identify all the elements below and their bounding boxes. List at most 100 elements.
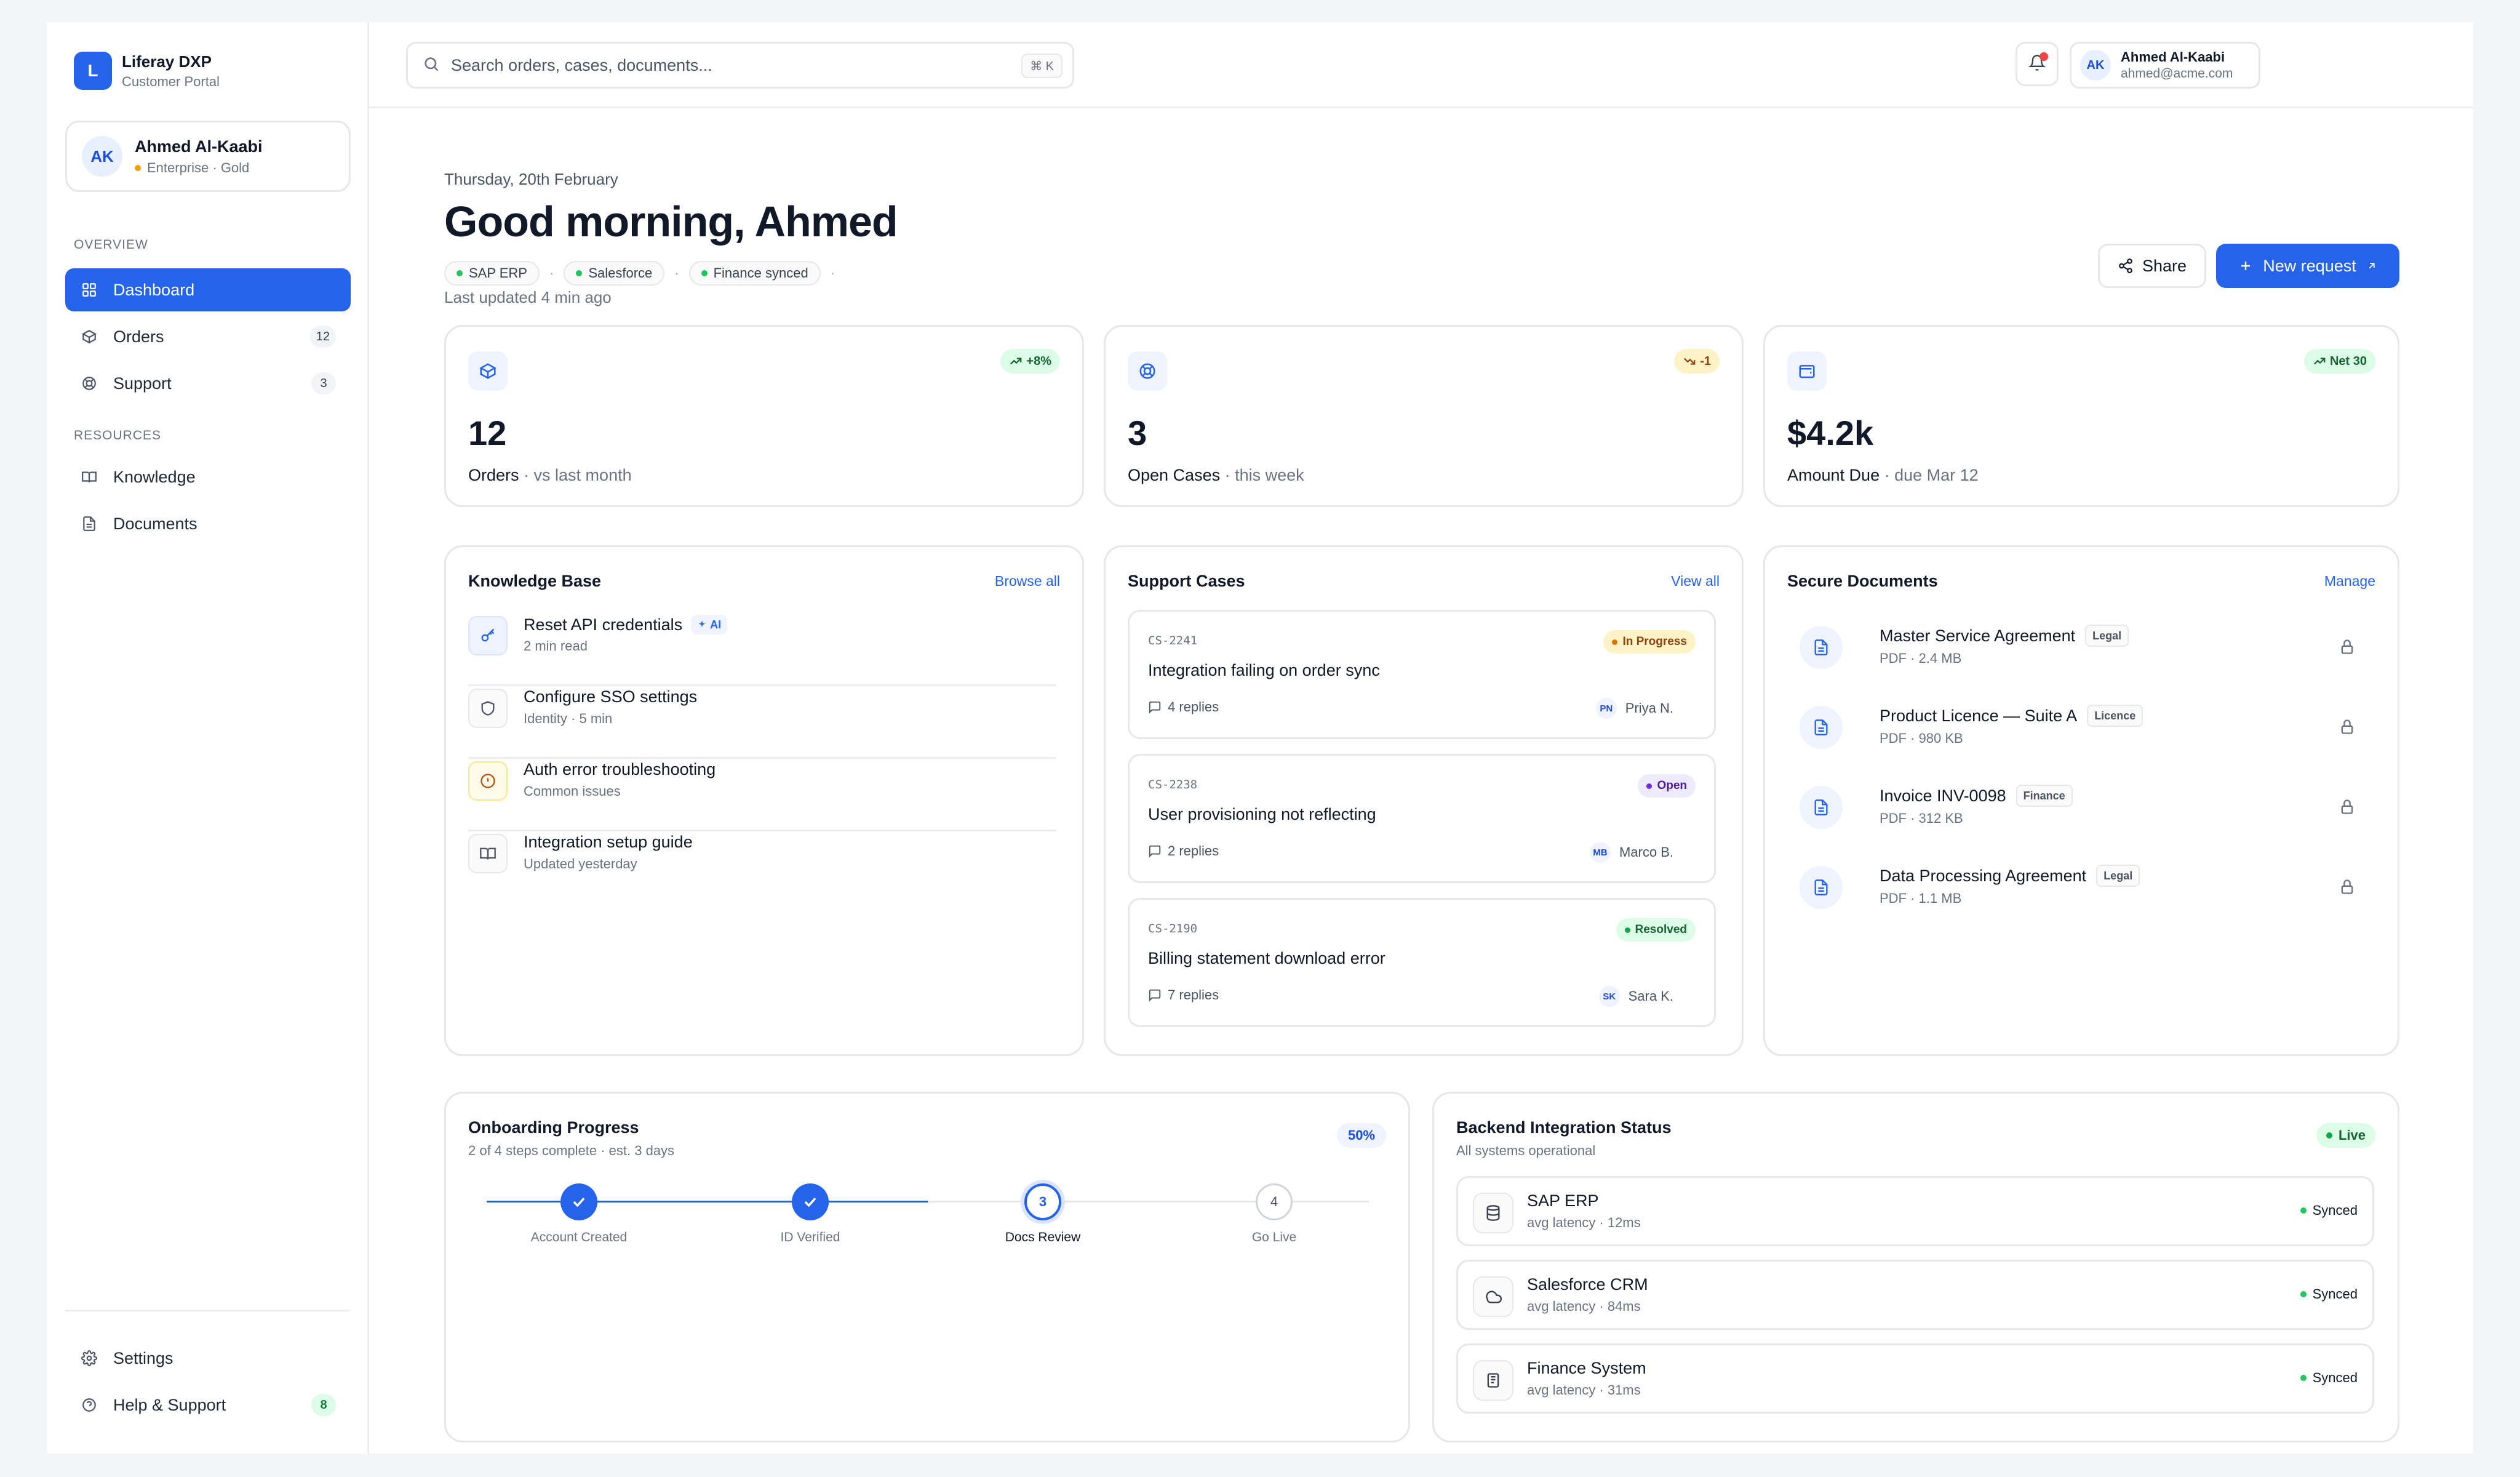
top-user-name: Ahmed Al-Kaabi xyxy=(2121,49,2225,65)
brand-name: Liferay DXP xyxy=(122,52,212,71)
status-badge: Resolved xyxy=(1616,918,1696,942)
case-item[interactable]: CS-2190 Resolved Billing statement downl… xyxy=(1128,898,1716,1027)
stat-card-orders[interactable]: +8% 12 Orders · vs last month xyxy=(444,325,1084,507)
case-replies: 4 replies xyxy=(1168,699,1219,714)
document-item[interactable]: Product Licence — Suite A Licence PDF · 9… xyxy=(1787,695,2375,763)
integration-row[interactable]: Salesforce CRM avg latency · 84ms Synced xyxy=(1456,1260,2374,1330)
sync-status: Synced xyxy=(2300,1370,2358,1386)
browse-all-link[interactable]: Browse all xyxy=(995,573,1060,590)
share-button[interactable]: Share xyxy=(2098,244,2206,288)
user-tier: Enterprise · Gold xyxy=(135,160,263,176)
comment-icon xyxy=(1149,701,1161,714)
step-label: ID Verified xyxy=(780,1230,840,1244)
document-item[interactable]: Data Processing Agreement Legal PDF · 1.1… xyxy=(1787,855,2375,923)
external-arrow-icon xyxy=(2366,260,2377,271)
share-label: Share xyxy=(2142,256,2187,275)
integration-name: SAP ERP xyxy=(1527,1191,1599,1210)
sidebar-item-settings[interactable]: Settings xyxy=(65,1337,351,1380)
book-icon xyxy=(80,468,98,486)
sidebar-item-knowledge[interactable]: Knowledge xyxy=(65,455,351,498)
page-date: Thursday, 20th February xyxy=(444,170,618,188)
lifebuoy-icon xyxy=(1128,351,1167,391)
help-count-badge: 8 xyxy=(311,1394,336,1416)
integration-row[interactable]: SAP ERP avg latency · 12ms Synced xyxy=(1456,1176,2374,1246)
file-icon xyxy=(1800,706,1843,749)
brand[interactable]: L Liferay DXP Customer Portal xyxy=(74,52,220,90)
knowledge-base-card: Knowledge Base Browse all Reset API cred… xyxy=(444,545,1084,1056)
search-input[interactable]: Search orders, cases, documents... ⌘ K xyxy=(406,42,1074,89)
onboarding-subtitle: 2 of 4 steps complete · est. 3 days xyxy=(468,1143,675,1158)
card-title: Backend Integration Status xyxy=(1456,1118,1672,1137)
tier-dot xyxy=(135,164,141,171)
file-icon xyxy=(1800,786,1843,829)
page-title: Good morning, Ahmed xyxy=(444,198,898,246)
view-all-link[interactable]: View all xyxy=(1671,573,1720,590)
last-updated: Last updated 4 min ago xyxy=(444,288,612,306)
case-item[interactable]: CS-2241 In Progress Integration failing … xyxy=(1128,610,1716,739)
case-title: Integration failing on order sync xyxy=(1148,661,1380,679)
notification-dot xyxy=(2040,52,2048,61)
support-cases-card: Support Cases View all CS-2241 In Progre… xyxy=(1104,545,1744,1056)
lock-icon xyxy=(2339,638,2356,658)
brand-logo: L xyxy=(74,52,112,90)
card-title: Secure Documents xyxy=(1787,572,1938,590)
file-icon xyxy=(80,514,98,533)
document-meta: PDF · 980 KB xyxy=(1880,730,1963,746)
step-current: 3 xyxy=(1024,1183,1061,1220)
assignee-avatar: MB xyxy=(1589,842,1611,863)
integration-name: Salesforce CRM xyxy=(1527,1275,1648,1294)
sidebar-item-orders[interactable]: Orders 12 xyxy=(65,315,351,358)
integration-row[interactable]: Finance System avg latency · 31ms Synced xyxy=(1456,1343,2374,1414)
shield-icon xyxy=(468,689,508,728)
document-item[interactable]: Invoice INV-0098 Finance PDF · 312 KB xyxy=(1787,775,2375,843)
trend-up-icon xyxy=(1010,358,1022,365)
card-title: Knowledge Base xyxy=(468,572,602,590)
status-badge: In Progress xyxy=(1603,630,1696,654)
stat-card-cases[interactable]: -1 3 Open Cases · this week xyxy=(1104,325,1744,507)
document-tag: Legal xyxy=(2096,865,2140,887)
kb-article[interactable]: Integration setup guide Updated yesterda… xyxy=(468,831,1056,904)
status-badge: Open xyxy=(1638,774,1696,798)
sidebar-item-documents[interactable]: Documents xyxy=(65,502,351,545)
user-name: Ahmed Al-Kaabi xyxy=(135,137,263,156)
trend-badge: -1 xyxy=(1674,349,1720,374)
step-todo: 4 xyxy=(1256,1183,1293,1220)
stat-value: 3 xyxy=(1128,414,1147,452)
kb-article-meta: Updated yesterday xyxy=(524,856,637,871)
integration-latency: avg latency · 84ms xyxy=(1527,1299,1641,1314)
sparkle-icon xyxy=(698,620,706,627)
sidebar-item-help[interactable]: Help & Support 8 xyxy=(65,1383,351,1427)
kb-article-meta: Common issues xyxy=(524,783,621,799)
stat-label: Orders · vs last month xyxy=(468,466,632,484)
new-request-button[interactable]: New request xyxy=(2216,244,2399,288)
plus-icon xyxy=(2238,258,2253,273)
case-item[interactable]: CS-2238 Open User provisioning not refle… xyxy=(1128,754,1716,883)
sidebar-item-support[interactable]: Support 3 xyxy=(65,362,351,405)
avatar: AK xyxy=(2080,50,2111,81)
user-menu[interactable]: AK Ahmed Al-Kaabi ahmed@acme.com xyxy=(2070,42,2260,89)
nav-section-resources: RESOURCES xyxy=(74,428,162,442)
secure-documents-card: Secure Documents Manage Master Service A… xyxy=(1763,545,2399,1056)
kb-article[interactable]: Reset API credentials AI 2 min read xyxy=(468,614,1056,686)
kb-article[interactable]: Configure SSO settings Identity · 5 min xyxy=(468,686,1056,759)
user-tier-label: Enterprise · Gold xyxy=(147,159,250,175)
lock-icon xyxy=(2339,718,2356,738)
case-id: CS-2238 xyxy=(1148,778,1198,791)
trend-up-icon xyxy=(2313,358,2326,365)
manage-link[interactable]: Manage xyxy=(2324,573,2375,590)
document-meta: PDF · 1.1 MB xyxy=(1880,891,1962,906)
stat-card-amount-due[interactable]: Net 30 $4.2k Amount Due · due Mar 12 xyxy=(1763,325,2399,507)
kb-article-title: Configure SSO settings xyxy=(524,687,698,706)
case-replies: 2 replies xyxy=(1168,843,1219,859)
book-open-icon xyxy=(468,834,508,873)
pill-salesforce: Salesforce xyxy=(564,261,665,286)
new-request-label: New request xyxy=(2263,256,2356,275)
document-meta: PDF · 2.4 MB xyxy=(1880,650,1962,666)
progress-fill xyxy=(487,1201,928,1203)
notifications-button[interactable] xyxy=(2016,42,2059,86)
kb-article[interactable]: Auth error troubleshooting Common issues xyxy=(468,759,1056,831)
document-item[interactable]: Master Service Agreement Legal PDF · 2.4 … xyxy=(1787,615,2375,682)
user-card[interactable]: AK Ahmed Al-Kaabi Enterprise · Gold xyxy=(65,121,351,192)
stat-value: 12 xyxy=(468,414,507,452)
sidebar-item-dashboard[interactable]: Dashboard xyxy=(65,268,351,311)
